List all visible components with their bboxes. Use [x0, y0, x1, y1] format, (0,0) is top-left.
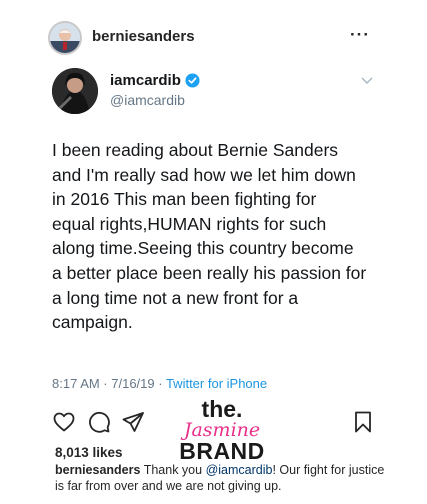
tweet-handle[interactable]: @iamcardib	[110, 92, 185, 108]
watermark-jasmine: Jasmine	[183, 419, 261, 441]
more-options-icon[interactable]: ···	[350, 25, 370, 45]
tweet-text-line: campaign.	[52, 312, 133, 333]
tweet-text-line: and I'm really sad how we let him down	[52, 164, 356, 185]
send-icon[interactable]	[121, 410, 145, 434]
bookmark-icon[interactable]	[351, 410, 375, 434]
tweet-meta: 8:17 AM · 7/16/19 · Twitter for iPhone	[52, 376, 267, 391]
chevron-down-icon[interactable]	[360, 76, 374, 86]
caption-mention[interactable]: @iamcardib	[206, 463, 273, 477]
tweet-source-link[interactable]: Twitter for iPhone	[166, 376, 267, 391]
cardib-avatar-image	[52, 68, 98, 114]
tweet-text-line: a long time not a new front for a	[52, 287, 299, 308]
tweet-text: I been reading about Bernie Sanders and …	[52, 138, 392, 335]
profile-avatar[interactable]	[48, 21, 82, 55]
watermark-the: the.	[201, 396, 243, 422]
post-username[interactable]: berniesanders	[92, 28, 195, 45]
verified-badge-icon	[185, 72, 200, 88]
tweet-text-line: equal rights,HUMAN rights for such	[52, 213, 327, 234]
post-header: berniesanders ···	[0, 0, 427, 64]
tweet-text-line: in 2016 This man been fighting for	[52, 189, 317, 210]
tweet-display-name[interactable]: iamcardib	[110, 72, 181, 89]
like-count[interactable]: 8,013 likes	[55, 445, 123, 460]
tweet-text-line: along time.Seeing this country become	[52, 238, 354, 259]
tweet-card: iamcardib @iamcardib I been reading abou…	[30, 64, 397, 402]
tweet-text-line: a better place been really his passion f…	[52, 262, 367, 283]
tweet-timestamp: 8:17 AM · 7/16/19 ·	[52, 376, 166, 391]
jasmine-brand-watermark: the. Jasmine BRAND	[172, 398, 272, 468]
post-caption: berniesanders Thank you @iamcardib! Our …	[55, 463, 385, 494]
comment-icon[interactable]	[87, 410, 111, 434]
bernie-avatar-image	[50, 23, 80, 53]
tweet-avatar[interactable]	[52, 68, 98, 114]
caption-username[interactable]: berniesanders	[55, 463, 140, 477]
tweet-text-line: I been reading about Bernie Sanders	[52, 140, 339, 160]
watermark-brand: BRAND	[179, 438, 265, 464]
tweet-name-row: iamcardib	[110, 71, 200, 89]
caption-text: Thank you	[140, 463, 206, 477]
heart-icon[interactable]	[52, 410, 76, 434]
